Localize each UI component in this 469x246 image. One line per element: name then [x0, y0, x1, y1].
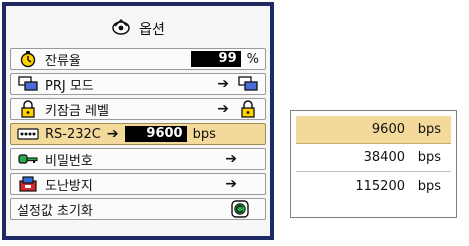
- lock-icon: [17, 100, 39, 118]
- options-menu-body: 옵션 잔류율 99 % PRJ 모드 ➔ 키잠금 레벨 ➔ RS-232C ➔ …: [6, 6, 270, 236]
- baud-option-value: 38400: [363, 150, 405, 165]
- baud-option-38400[interactable]: 38400 bps: [296, 144, 451, 172]
- baud-option-unit: bps: [417, 150, 441, 165]
- prj-mode-icon: [237, 75, 259, 93]
- prj-mode-icon: [17, 75, 39, 93]
- rs232c-unit: bps: [192, 126, 216, 142]
- submenu-arrow-icon: ➔: [225, 176, 237, 192]
- baud-rate-dropdown: 9600 bps 38400 bps 115200 bps: [290, 110, 457, 218]
- menu-row-residual[interactable]: 잔류율 99 %: [10, 48, 266, 70]
- menu-row-label: RS-232C: [45, 126, 101, 142]
- baud-option-unit: bps: [417, 178, 441, 194]
- menu-row-label: 비밀번호: [45, 153, 93, 169]
- lock-icon: [237, 100, 259, 118]
- baud-option-unit: bps: [417, 122, 441, 137]
- menu-row-label: PRJ 모드: [45, 78, 94, 94]
- menu-row-reset[interactable]: 설정값 초기화: [10, 198, 266, 220]
- anti-theft-icon: [17, 175, 39, 193]
- menu-title: 옵션: [139, 22, 165, 38]
- menu-row-password[interactable]: 비밀번호 ➔: [10, 148, 266, 170]
- menu-row-rs232c[interactable]: RS-232C ➔ 9600 bps: [10, 123, 266, 145]
- rs232c-value: 9600: [124, 126, 187, 142]
- menu-row-label: 키잠금 레벨: [45, 103, 109, 119]
- baud-option-value: 9600: [371, 122, 405, 137]
- baud-option-value: 115200: [355, 178, 405, 194]
- menu-title-bar: 옵션: [10, 10, 266, 48]
- timer-icon: [17, 50, 39, 68]
- menu-row-label: 설정값 초기화: [17, 203, 93, 219]
- baud-option-115200[interactable]: 115200 bps: [296, 172, 451, 200]
- menu-row-label: 잔류율: [45, 53, 81, 69]
- menu-row-keylock-level[interactable]: 키잠금 레벨 ➔: [10, 98, 266, 120]
- residual-value: 99: [190, 51, 241, 67]
- residual-unit: %: [246, 51, 259, 67]
- reset-icon: [229, 200, 251, 218]
- submenu-arrow-icon: ➔: [217, 101, 229, 117]
- rs232c-icon: [17, 125, 39, 143]
- menu-row-anti-theft[interactable]: 도난방지 ➔: [10, 173, 266, 195]
- options-menu: 옵션 잔류율 99 % PRJ 모드 ➔ 키잠금 레벨 ➔ RS-232C ➔ …: [2, 2, 274, 240]
- submenu-arrow-icon: ➔: [217, 76, 229, 92]
- menu-rows: 잔류율 99 % PRJ 모드 ➔ 키잠금 레벨 ➔ RS-232C ➔ 960…: [10, 48, 266, 220]
- menu-row-prj-mode[interactable]: PRJ 모드 ➔: [10, 73, 266, 95]
- baud-option-9600[interactable]: 9600 bps: [296, 116, 451, 144]
- submenu-arrow-icon: ➔: [225, 151, 237, 167]
- settings-icon: [111, 18, 131, 40]
- menu-row-label: 도난방지: [45, 178, 93, 194]
- submenu-arrow-icon: ➔: [106, 126, 119, 142]
- key-icon: [17, 150, 39, 168]
